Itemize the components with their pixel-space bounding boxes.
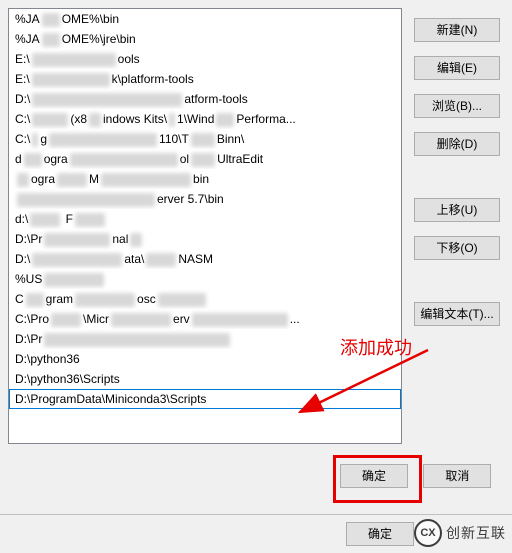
path-list-item[interactable]: C:\(x8indows Kits\1\WindPerforma... [9, 109, 401, 129]
path-list-item[interactable]: Cgramosc [9, 289, 401, 309]
ok-button[interactable]: 确定 [340, 464, 408, 488]
redacted-text-icon [44, 233, 110, 247]
side-button-column: 新建(N) 编辑(E) 浏览(B)... 删除(D) 上移(U) 下移(O) 编… [414, 18, 500, 340]
path-list-panel: %JAOME%\bin%JAOME%\jre\binE:\oolsE:\k\pl… [8, 8, 402, 444]
redacted-text-icon [75, 213, 105, 227]
footer-ok-button[interactable]: 确定 [346, 522, 414, 546]
edit-text-button[interactable]: 编辑文本(T)... [414, 302, 500, 326]
redacted-text-icon [101, 173, 191, 187]
path-list-item[interactable]: D:\python36 [9, 349, 401, 369]
redacted-text-icon [192, 313, 288, 327]
path-list-item[interactable]: %JAOME%\bin [9, 9, 401, 29]
path-list-item[interactable]: ograMbin [9, 169, 401, 189]
path-list-item[interactable]: %JAOME%\jre\bin [9, 29, 401, 49]
edit-button[interactable]: 编辑(E) [414, 56, 500, 80]
redacted-text-icon [32, 93, 182, 107]
redacted-text-icon [89, 113, 101, 127]
path-list-item[interactable]: D:\python36\Scripts [9, 369, 401, 389]
path-list[interactable]: %JAOME%\bin%JAOME%\jre\binE:\oolsE:\k\pl… [9, 9, 401, 443]
redacted-text-icon [42, 13, 60, 27]
redacted-text-icon [17, 193, 155, 207]
redacted-text-icon [30, 213, 60, 227]
redacted-text-icon [169, 113, 175, 127]
cancel-button[interactable]: 取消 [423, 464, 491, 488]
redacted-text-icon [32, 133, 38, 147]
redacted-text-icon [51, 313, 81, 327]
redacted-text-icon [24, 153, 42, 167]
redacted-text-icon [42, 33, 60, 47]
move-up-button[interactable]: 上移(U) [414, 198, 500, 222]
redacted-text-icon [32, 53, 116, 67]
path-list-item[interactable]: C:\g110\TBinn\ [9, 129, 401, 149]
redacted-text-icon [191, 133, 215, 147]
path-list-item[interactable]: D:\ata\NASM [9, 249, 401, 269]
redacted-text-icon [158, 293, 206, 307]
path-list-item[interactable]: erver 5.7\bin [9, 189, 401, 209]
path-list-item[interactable]: dograolUltraEdit [9, 149, 401, 169]
redacted-text-icon [75, 293, 135, 307]
redacted-text-icon [26, 293, 44, 307]
redacted-text-icon [32, 73, 110, 87]
redacted-text-icon [191, 153, 215, 167]
path-list-item[interactable]: D:\Pr [9, 329, 401, 349]
path-list-item[interactable]: d:\ F [9, 209, 401, 229]
redacted-text-icon [44, 333, 230, 347]
redacted-text-icon [49, 133, 157, 147]
path-list-item[interactable]: %US [9, 269, 401, 289]
path-list-item[interactable]: E:\k\platform-tools [9, 69, 401, 89]
dialog-bottom-buttons: 确定 取消 [340, 464, 503, 488]
watermark-badge-icon: CX [414, 519, 442, 547]
redacted-text-icon [17, 173, 29, 187]
new-button[interactable]: 新建(N) [414, 18, 500, 42]
watermark: CX 创新互联 [414, 519, 506, 547]
redacted-text-icon [70, 153, 178, 167]
redacted-text-icon [32, 253, 122, 267]
watermark-text: 创新互联 [446, 523, 506, 543]
path-list-item[interactable]: C:\Pro\Micrerv... [9, 309, 401, 329]
redacted-text-icon [44, 273, 104, 287]
parent-dialog-footer: 确定 CX 创新互联 [0, 514, 512, 553]
path-list-item[interactable]: D:\atform-tools [9, 89, 401, 109]
path-list-item[interactable]: D:\ProgramData\Miniconda3\Scripts [9, 389, 401, 409]
redacted-text-icon [57, 173, 87, 187]
redacted-text-icon [146, 253, 176, 267]
env-var-edit-dialog: %JAOME%\bin%JAOME%\jre\binE:\oolsE:\k\pl… [0, 0, 512, 553]
path-list-item[interactable]: E:\ools [9, 49, 401, 69]
delete-button[interactable]: 删除(D) [414, 132, 500, 156]
redacted-text-icon [32, 113, 68, 127]
redacted-text-icon [111, 313, 171, 327]
browse-button[interactable]: 浏览(B)... [414, 94, 500, 118]
redacted-text-icon [216, 113, 234, 127]
move-down-button[interactable]: 下移(O) [414, 236, 500, 260]
path-list-item[interactable]: D:\Prnal [9, 229, 401, 249]
redacted-text-icon [130, 233, 142, 247]
